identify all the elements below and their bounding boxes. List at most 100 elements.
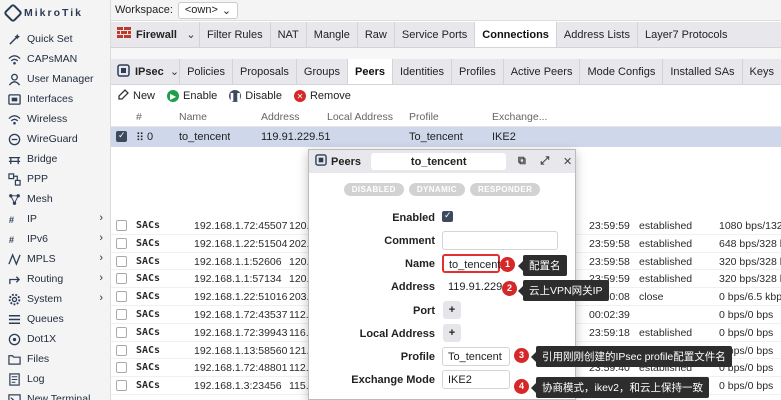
folder-icon [7, 352, 21, 366]
row-time: 23:59:58 [589, 255, 630, 268]
sidebar-item-bridge[interactable]: Bridge [0, 149, 110, 169]
sidebar-item-user-manager[interactable]: User Manager [0, 69, 110, 89]
row-checkbox[interactable] [116, 273, 127, 287]
row-checkbox[interactable] [116, 326, 127, 341]
col-local-address[interactable]: Local Address [327, 111, 393, 123]
ipsec-tab-policies[interactable]: Policies [179, 59, 232, 84]
sidebar-item-mesh[interactable]: Mesh [0, 189, 110, 209]
chevron-right-icon: › [99, 212, 103, 224]
firewall-menu-chevron-icon[interactable]: ⌄ [183, 28, 199, 41]
row-checkbox[interactable] [116, 220, 127, 234]
ipsec-tab-peers[interactable]: Peers [347, 59, 392, 84]
ipsec-tab-groups[interactable]: Groups [295, 59, 347, 84]
drag-handle-icon[interactable]: ⠿ [136, 131, 144, 144]
comment-row: Comment [309, 231, 577, 251]
address-field[interactable]: 119.91.229.51 [442, 277, 518, 296]
remove-x-icon: ✕ [293, 90, 306, 102]
name-field[interactable]: to_tencent [442, 254, 500, 273]
firewall-tab-nat[interactable]: NAT [269, 22, 306, 47]
firewall-tab-address-lists[interactable]: Address Lists [555, 22, 637, 47]
comment-field[interactable] [442, 231, 558, 250]
row-profile: To_tencent [409, 131, 463, 143]
row-checkbox[interactable] [116, 131, 127, 145]
row-src: 192.168.1.22:51016 [194, 291, 288, 304]
copy-icon[interactable]: ⧉ [514, 155, 529, 168]
sidebar-item-ip[interactable]: # IP › [0, 209, 110, 229]
sidebar-item-label: Files [27, 353, 50, 365]
sidebar-item-ipv6[interactable]: # IPv6 › [0, 229, 110, 249]
sidebar-item-mpls[interactable]: MPLS › [0, 249, 110, 269]
expand-icon[interactable]: ⤢ [537, 155, 552, 168]
new-button[interactable]: New [117, 88, 155, 104]
sidebar-item-ppp[interactable]: PPP [0, 169, 110, 189]
sidebar-item-label: Wireless [27, 113, 68, 125]
ipsec-tab-keys[interactable]: Keys [741, 59, 781, 84]
row-state: established [639, 326, 693, 339]
play-icon: ▶ [167, 90, 180, 102]
row-checkbox[interactable] [116, 362, 127, 376]
exchange-mode-select[interactable]: IKE2 [442, 370, 510, 389]
firewall-tab-layer7-protocols[interactable]: Layer7 Protocols [636, 22, 735, 47]
workspace-bar: Workspace: <own> ⌄ [111, 0, 781, 21]
sidebar-item-label: WireGuard [27, 133, 78, 145]
sidebar-item-system[interactable]: System › [0, 289, 110, 309]
sidebar-item-wireguard[interactable]: WireGuard [0, 129, 110, 149]
sidebar-item-files[interactable]: Files [0, 349, 110, 369]
col-num[interactable]: # [136, 111, 142, 123]
add-port-button[interactable]: + [443, 301, 461, 319]
sidebar-item-label: IP [27, 213, 37, 225]
profile-select[interactable]: To_tencent [442, 347, 510, 366]
enabled-label: Enabled [392, 212, 435, 224]
firewall-tab-raw[interactable]: Raw [356, 22, 394, 47]
sidebar-item-capsman[interactable]: CAPsMAN [0, 49, 110, 69]
sidebar-item-wireless[interactable]: Wireless [0, 109, 110, 129]
close-icon[interactable]: ✕ [560, 155, 575, 168]
ipsec-tabbar: IPsec ⌄ Policies Proposals Groups Peers Iden… [111, 59, 781, 85]
sidebar-item-queues[interactable]: Queues [0, 309, 110, 329]
add-local-address-button[interactable]: + [443, 324, 461, 342]
row-state: established [639, 273, 693, 286]
status-badge-disabled: DISABLED [343, 183, 404, 196]
firewall-tab-connections[interactable]: Connections [474, 22, 556, 47]
row-checkbox[interactable] [116, 344, 127, 359]
firewall-tab-filter-rules[interactable]: Filter Rules [198, 22, 270, 47]
col-name[interactable]: Name [179, 111, 207, 123]
row-checkbox[interactable] [116, 237, 127, 252]
ipsec-tab-profiles[interactable]: Profiles [451, 59, 503, 84]
row-checkbox[interactable] [116, 255, 127, 270]
col-exchange[interactable]: Exchange... [492, 111, 547, 123]
remove-button[interactable]: ✕ Remove [293, 90, 351, 102]
ipsec-tab-proposals[interactable]: Proposals [232, 59, 296, 84]
sidebar-item-dot1x[interactable]: Dot1X [0, 329, 110, 349]
row-checkbox[interactable] [116, 380, 127, 394]
firewall-tabs: Filter Rules NAT Mangle Raw Service Ports Con… [198, 22, 735, 47]
row-checkbox[interactable] [116, 308, 127, 323]
workspace-select[interactable]: <own> ⌄ [177, 1, 239, 19]
firewall-tab-mangle[interactable]: Mangle [305, 22, 357, 47]
row-dst: 120. [289, 273, 310, 286]
ipsec-tab-identities[interactable]: Identities [391, 59, 451, 84]
ipsec-tab-mode-configs[interactable]: Mode Configs [579, 59, 662, 84]
sidebar-item-label: User Manager [27, 73, 94, 85]
enable-button[interactable]: ▶ Enable [167, 90, 217, 102]
sidebar-item-routing[interactable]: Routing › [0, 269, 110, 289]
col-address[interactable]: Address [261, 111, 300, 123]
local-address-label: Local Address [359, 328, 435, 340]
disable-button[interactable]: ❚❚ Disable [229, 90, 282, 102]
sidebar-item-interfaces[interactable]: Interfaces [0, 89, 110, 109]
row-rate: 0 bps/6.5 kbps [719, 291, 781, 304]
sidebar-item-quick-set[interactable]: Quick Set [0, 29, 110, 49]
sidebar-item-log[interactable]: Log [0, 369, 110, 389]
row-checkbox[interactable] [116, 291, 127, 305]
firewall-tab-service-ports[interactable]: Service Ports [393, 22, 474, 47]
ipsec-tab-active-peers[interactable]: Active Peers [502, 59, 580, 84]
firewall-title: Firewall [111, 22, 183, 47]
table-row[interactable]: ⠿ 0 to_tencent 119.91.229.51 To_tencent … [111, 127, 781, 147]
enabled-checkbox[interactable] [442, 210, 453, 225]
ipsec-tab-installed-sas[interactable]: Installed SAs [662, 59, 741, 84]
sidebar-item-new-terminal[interactable]: New Terminal [0, 389, 110, 400]
ipsec-menu-chevron-icon[interactable]: ⌄ [170, 65, 179, 78]
col-profile[interactable]: Profile [409, 111, 439, 123]
dialog-item-name: to_tencent [370, 153, 507, 170]
mikrotik-logo[interactable]: MikroTik [0, 0, 110, 26]
